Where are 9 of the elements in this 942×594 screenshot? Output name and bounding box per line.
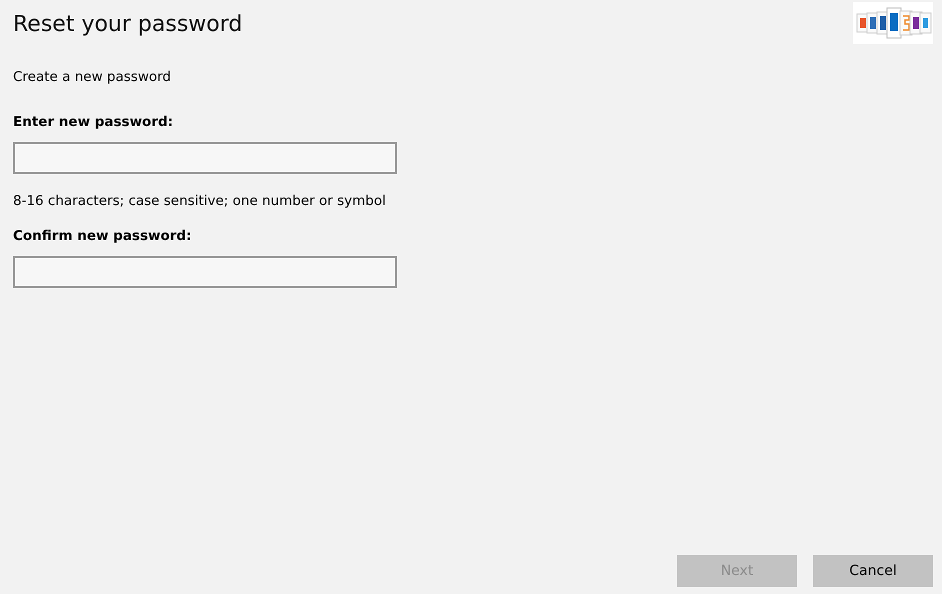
password-field[interactable] [13, 256, 397, 288]
action-button[interactable]: Cancel [813, 555, 933, 587]
password-field[interactable] [13, 142, 397, 174]
field-label: Enter new password: [13, 114, 174, 130]
page-title: Reset your password [13, 12, 242, 37]
field-label: Confirm new password: [13, 228, 192, 244]
subtitle: Create a new password [13, 69, 172, 85]
app-tiles-icon [853, 2, 933, 44]
hint-text: 8-16 characters; case sensitive; one number or symbol [13, 193, 387, 209]
